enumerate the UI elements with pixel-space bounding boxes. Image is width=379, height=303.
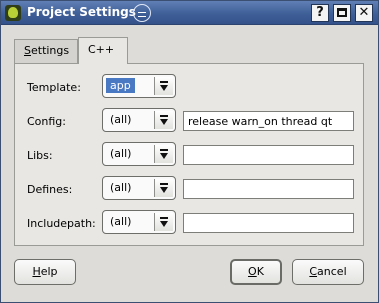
- sticky-icon[interactable]: [133, 4, 151, 22]
- help-button-mnemonic: H: [32, 265, 41, 278]
- chevron-down-icon[interactable]: [154, 213, 173, 231]
- config-combo-value: (all): [110, 113, 132, 126]
- cancel-button-mnemonic: C: [309, 265, 318, 278]
- tab-cpp[interactable]: C++: [78, 37, 128, 64]
- chevron-down-icon[interactable]: [154, 179, 173, 197]
- cpp-settings-panel: Template: app Config: (all) Libs: (all) …: [14, 63, 364, 246]
- help-title-button[interactable]: ?: [311, 4, 329, 22]
- cancel-button-label: ancel: [317, 265, 347, 278]
- libs-combo-value: (all): [110, 147, 132, 160]
- app-icon[interactable]: [5, 5, 21, 21]
- tab-cpp-label: C++: [88, 43, 115, 56]
- ok-button-label: K: [256, 265, 264, 278]
- config-input[interactable]: [184, 112, 353, 130]
- libs-combo[interactable]: (all): [102, 142, 176, 166]
- template-label: Template:: [27, 81, 81, 94]
- defines-field[interactable]: [183, 179, 354, 199]
- includepath-label: Includepath:: [27, 217, 96, 230]
- project-settings-dialog: Project Settings ? ✕ Settings C++ Templa…: [0, 0, 379, 303]
- config-combo[interactable]: (all): [102, 108, 176, 132]
- includepath-field[interactable]: [183, 213, 354, 233]
- template-combo[interactable]: app: [102, 74, 176, 98]
- includepath-combo-value: (all): [110, 215, 132, 228]
- maximize-button[interactable]: [333, 4, 351, 22]
- config-label: Config:: [27, 115, 66, 128]
- window-title: Project Settings: [27, 5, 136, 19]
- ok-button[interactable]: OK: [230, 259, 282, 285]
- title-bar[interactable]: Project Settings ? ✕: [1, 1, 378, 25]
- chevron-down-icon[interactable]: [154, 77, 173, 95]
- config-field[interactable]: [183, 111, 354, 131]
- libs-field[interactable]: [183, 145, 354, 165]
- help-button-label: elp: [40, 265, 58, 278]
- defines-input[interactable]: [184, 180, 353, 198]
- template-combo-value: app: [106, 78, 135, 93]
- includepath-input[interactable]: [184, 214, 353, 232]
- includepath-combo[interactable]: (all): [102, 210, 176, 234]
- chevron-down-icon[interactable]: [154, 145, 173, 163]
- libs-label: Libs:: [27, 149, 53, 162]
- maximize-icon: [337, 8, 347, 17]
- defines-combo-value: (all): [110, 181, 132, 194]
- help-button[interactable]: Help: [14, 259, 76, 285]
- defines-combo[interactable]: (all): [102, 176, 176, 200]
- cancel-button[interactable]: Cancel: [292, 259, 364, 285]
- ok-button-mnemonic: O: [248, 265, 257, 278]
- tab-settings-mnemonic: S: [24, 44, 31, 57]
- defines-label: Defines:: [27, 183, 73, 196]
- libs-input[interactable]: [184, 146, 353, 164]
- chevron-down-icon[interactable]: [154, 111, 173, 129]
- close-button[interactable]: ✕: [355, 4, 373, 22]
- tab-settings-label: ettings: [30, 44, 70, 57]
- tab-settings[interactable]: Settings: [14, 39, 78, 63]
